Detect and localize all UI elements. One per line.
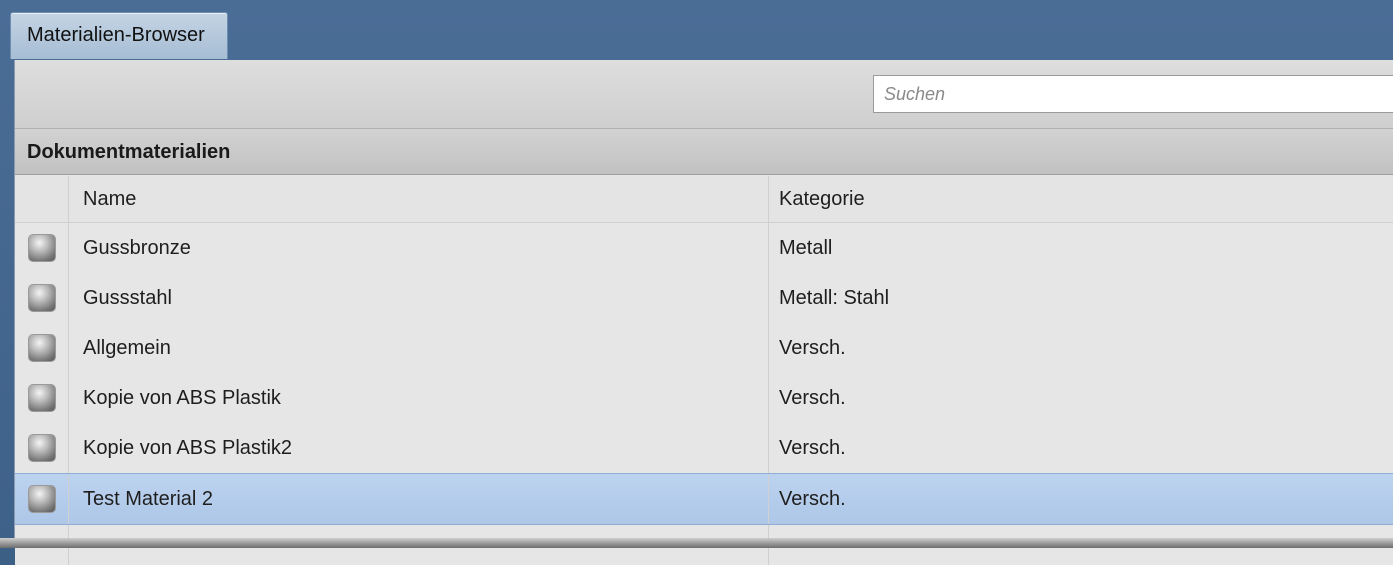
material-name: Kopie von ABS Plastik [69,373,769,423]
material-name: Test Material 2 [69,474,769,524]
material-category: Versch. [779,487,846,510]
table-row[interactable]: Gussstahl Metall: Stahl [15,273,1393,323]
toolbar [15,60,1393,129]
column-header-name[interactable]: Name [69,176,769,222]
window-title: Materialien-Browser [10,12,228,59]
material-category: Metall [779,236,833,259]
table-row-selected[interactable]: Test Material 2 Versch. [15,473,1393,525]
material-category: Metall: Stahl [779,286,890,309]
table-row[interactable]: Kopie von ABS Plastik Versch. [15,373,1393,423]
material-name: Gussbronze [69,223,769,273]
column-header-category[interactable]: Kategorie [769,176,1393,222]
title-bar: Materialien-Browser [0,0,1393,60]
material-category: Versch. [779,336,846,359]
table-row[interactable]: Gussbronze Metall [15,223,1393,273]
material-sphere-icon [28,335,55,361]
material-sphere-icon [28,235,55,261]
icon-column-header[interactable] [15,176,69,222]
browser-panel: Dokumentmaterialien Name Kategorie Gussb… [14,60,1393,565]
table-row[interactable]: Kopie von ABS Plastik2 Versch. [15,423,1393,473]
materials-browser-window: Materialien-Browser Dokumentmaterialien … [0,0,1393,565]
material-name: Allgemein [69,323,769,373]
material-name: Gussstahl [69,273,769,323]
table-header-row: Name Kategorie [15,176,1393,223]
material-name: Kopie von ABS Plastik2 [69,423,769,473]
material-sphere-icon [28,486,55,512]
materials-table: Name Kategorie Gussbronze Metall Gusssta… [15,176,1393,565]
material-sphere-icon [28,285,55,311]
search-input[interactable] [873,75,1393,113]
material-sphere-icon [28,385,55,411]
material-category: Versch. [779,436,846,459]
material-category: Versch. [779,386,846,409]
bottom-edge-shadow [0,538,1393,548]
table-row[interactable]: Allgemein Versch. [15,323,1393,373]
material-sphere-icon [28,435,55,461]
section-header-document-materials[interactable]: Dokumentmaterialien [15,129,1393,175]
